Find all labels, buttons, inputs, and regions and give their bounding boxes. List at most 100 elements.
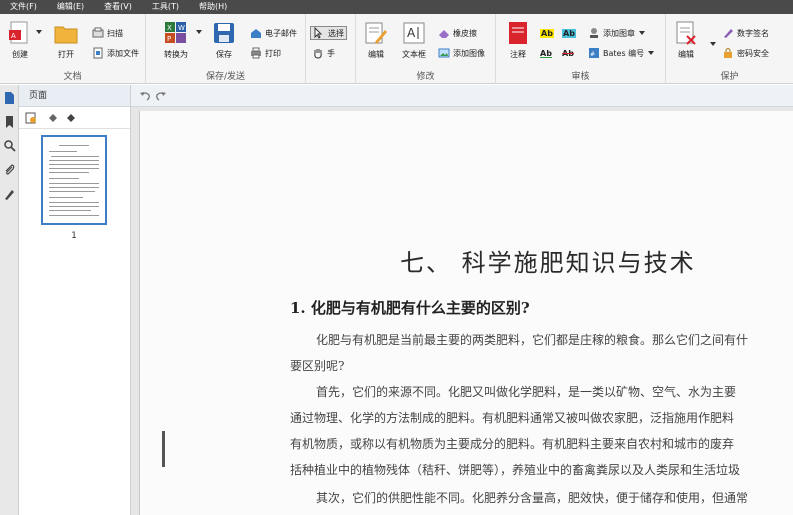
folder-icon	[53, 20, 79, 46]
open-button[interactable]: 打开	[48, 20, 84, 60]
search-icon[interactable]	[3, 139, 16, 153]
edit-document-icon	[363, 20, 389, 46]
menu-bar: 文件(F) 编辑(E) 查看(V) 工具(T) 帮助(H)	[0, 0, 793, 14]
strikethrough-button[interactable]: Ab	[562, 46, 574, 60]
document-line-4: 通过物理、化学的方法制成的肥料。有机肥料通常又被叫做农家肥，泛指施用作肥料	[290, 411, 735, 425]
bates-dropdown-icon[interactable]	[648, 51, 655, 55]
svg-text:W: W	[178, 24, 185, 32]
add-image-button[interactable]: 添加图像	[438, 46, 485, 60]
select-cursor-icon	[313, 26, 325, 39]
print-label: 打印	[265, 48, 281, 58]
pages-panel: 页面 1	[19, 85, 131, 515]
menu-help[interactable]: 帮助(H)	[189, 0, 237, 14]
hand-tool-button[interactable]: 手	[312, 46, 335, 60]
image-icon	[438, 47, 450, 59]
password-security-label: 密码安全	[737, 48, 769, 58]
svg-text:X: X	[167, 24, 172, 32]
highlight-text-icon: Ab	[540, 28, 554, 38]
group-review-label: 审核	[571, 72, 590, 82]
protect-document-icon	[673, 20, 699, 46]
select-label: 选择	[328, 28, 344, 38]
attachment-icon[interactable]	[3, 163, 16, 177]
add-file-icon	[92, 47, 104, 59]
annotation-icon	[505, 20, 531, 46]
document-toolbar	[131, 85, 793, 107]
svg-text:P: P	[167, 35, 171, 43]
document-line-7: 其次，它们的供肥性能不同。化肥养分含量高，肥效快，便于储存和使用，但通常	[316, 491, 749, 505]
redo-icon[interactable]	[155, 90, 167, 105]
eraser-button[interactable]: 橡皮擦	[438, 26, 477, 40]
create-label: 创建	[12, 50, 28, 59]
open-label: 打开	[58, 50, 74, 59]
create-button[interactable]: A 创建	[2, 20, 42, 60]
svg-text:#: #	[590, 51, 595, 58]
page-thumbnail[interactable]	[41, 135, 107, 225]
highlight-area-button[interactable]: Ab	[562, 26, 576, 40]
textbox-button[interactable]: A 文本框	[396, 20, 432, 60]
convert-dropdown-icon[interactable]	[196, 30, 202, 34]
bookmark-icon[interactable]	[3, 115, 16, 129]
group-save-send: XWP 转换为 保存 电子邮件 打印 保存/发送	[146, 14, 306, 84]
document-line-2: 要区别呢?	[290, 359, 345, 373]
annotate-button[interactable]: 注释	[500, 20, 536, 60]
lock-icon	[722, 47, 734, 59]
protect-dropdown-icon[interactable]	[710, 42, 716, 46]
svg-text:A: A	[11, 32, 16, 40]
protect-edit-label: 编辑	[678, 50, 694, 59]
scan-button[interactable]: 扫描	[92, 26, 123, 40]
save-label: 保存	[216, 50, 232, 59]
add-stamp-button[interactable]: 添加图章	[588, 26, 645, 40]
menu-view[interactable]: 查看(V)	[94, 0, 142, 14]
save-button[interactable]: 保存	[206, 20, 242, 60]
convert-label: 转换为	[164, 50, 188, 59]
edit-content-button[interactable]: 编辑	[358, 20, 394, 60]
print-button[interactable]: 打印	[250, 46, 281, 60]
digital-sign-button[interactable]: 数字签名	[722, 26, 769, 40]
select-tool-button[interactable]: 选择	[310, 26, 347, 40]
highlight-area-icon: Ab	[562, 28, 576, 38]
signature-panel-icon[interactable]	[3, 187, 16, 201]
email-button[interactable]: 电子邮件	[250, 26, 297, 40]
eraser-icon	[438, 27, 450, 39]
page-thumbnail-number: 1	[71, 231, 77, 241]
document-line-6: 括种植业中的植物残体（秸秆、饼肥等），养殖业中的畜禽粪尿以及人类尿和生活垃圾	[290, 463, 741, 477]
navigation-strip	[0, 85, 19, 515]
menu-tools[interactable]: 工具(T)	[142, 0, 189, 14]
menu-edit[interactable]: 编辑(E)	[47, 0, 94, 14]
undo-icon[interactable]	[139, 90, 151, 105]
add-file-label: 添加文件	[107, 48, 139, 58]
group-modify: 编辑 A 文本框 橡皮擦 添加图像 修改	[356, 14, 496, 84]
pages-panel-icon[interactable]	[3, 91, 16, 105]
menu-file[interactable]: 文件(F)	[0, 0, 47, 14]
floppy-disk-icon	[211, 20, 237, 46]
underline-button[interactable]: Ab	[540, 46, 552, 60]
stamp-dropdown-icon[interactable]	[639, 31, 645, 35]
page-options-icon[interactable]	[25, 112, 37, 127]
add-file-button[interactable]: 添加文件	[92, 46, 139, 60]
group-document-label: 文档	[63, 72, 82, 82]
group-document: A 创建 打开 扫描 添加文件 文档	[0, 14, 146, 84]
password-security-button[interactable]: 密码安全	[722, 46, 769, 60]
highlight-text-button[interactable]: Ab	[540, 26, 554, 40]
protect-edit-button[interactable]: 编辑	[668, 20, 716, 60]
rotate-left-icon[interactable]	[47, 112, 59, 127]
create-pdf-icon: A	[7, 20, 33, 46]
convert-button[interactable]: XWP 转换为	[158, 20, 202, 60]
svg-text:A: A	[407, 26, 416, 40]
email-icon	[250, 27, 262, 39]
printer-icon	[250, 47, 262, 59]
scan-edge-mark	[162, 431, 165, 467]
group-protect-label: 保护	[720, 72, 739, 82]
email-label: 电子邮件	[265, 28, 297, 38]
scanner-icon	[92, 27, 104, 39]
create-dropdown-icon[interactable]	[36, 30, 42, 34]
document-page: 七、 科学施肥知识与技术 1. 化肥与有机肥有什么主要的区别? 化肥与有机肥是当…	[139, 111, 793, 515]
hand-label: 手	[327, 48, 335, 58]
document-view[interactable]: 七、 科学施肥知识与技术 1. 化肥与有机肥有什么主要的区别? 化肥与有机肥是当…	[131, 107, 793, 515]
textbox-label: 文本框	[402, 50, 426, 59]
document-line-1: 化肥与有机肥是当前最主要的两类肥料，它们都是庄稼的粮食。那么它们之间有什	[316, 333, 749, 347]
bates-button[interactable]: # Bates 编号	[588, 46, 655, 60]
pages-panel-title: 页面	[19, 85, 130, 107]
document-line-3: 首先，它们的来源不同。化肥又叫做化学肥料，是一类以矿物、空气、水为主要	[316, 385, 737, 399]
rotate-right-icon[interactable]	[65, 112, 77, 127]
